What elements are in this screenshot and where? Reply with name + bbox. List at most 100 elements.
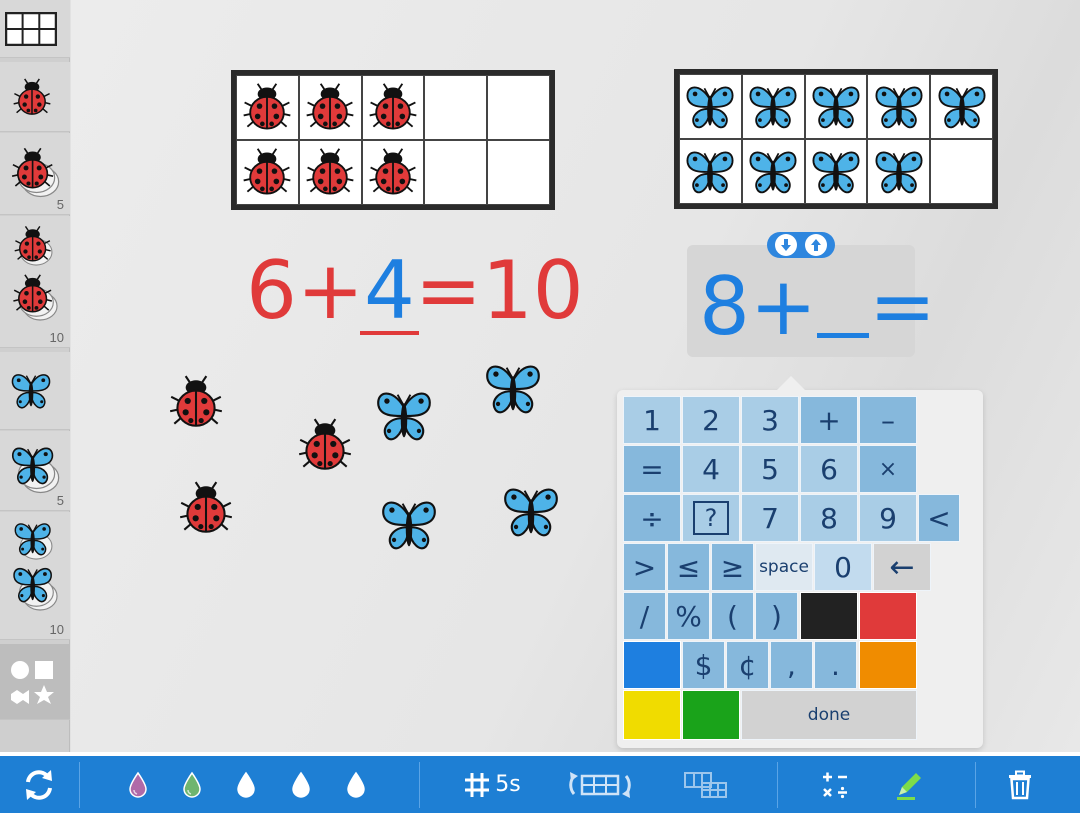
key-plus[interactable]: + bbox=[800, 396, 858, 444]
paint-drop-button[interactable] bbox=[226, 756, 266, 813]
butterfly-counter[interactable] bbox=[934, 79, 990, 135]
ladybug-counter[interactable] bbox=[365, 80, 421, 136]
key-times[interactable]: × bbox=[859, 445, 917, 493]
color-swatch-green[interactable] bbox=[682, 690, 740, 740]
ten-frame-cell[interactable] bbox=[867, 139, 931, 204]
key-7[interactable]: 7 bbox=[741, 494, 799, 542]
butterfly-counter[interactable] bbox=[808, 144, 864, 200]
ten-frame-cell[interactable] bbox=[361, 75, 425, 140]
butterfly-counter[interactable] bbox=[377, 493, 441, 557]
ten-frame-ladybugs[interactable] bbox=[231, 70, 555, 210]
butterfly-counter[interactable] bbox=[871, 79, 927, 135]
butterfly-counter[interactable] bbox=[499, 480, 563, 544]
ten-frame-cell[interactable] bbox=[487, 140, 550, 205]
ten-frame-cell[interactable] bbox=[804, 139, 868, 204]
ten-frame-cell[interactable] bbox=[930, 139, 993, 204]
key-close-paren[interactable]: ) bbox=[755, 592, 798, 640]
move-up-button[interactable] bbox=[805, 234, 827, 256]
ladybug-counter[interactable] bbox=[239, 80, 295, 136]
ladybug-counter[interactable] bbox=[239, 145, 295, 201]
ten-frame-cell[interactable] bbox=[741, 74, 805, 139]
pen-tool-button[interactable] bbox=[880, 756, 938, 813]
rotate-frame-button[interactable] bbox=[560, 756, 640, 813]
paint-drop-button[interactable] bbox=[118, 756, 158, 813]
done-button[interactable]: done bbox=[741, 690, 917, 740]
key-6[interactable]: 6 bbox=[800, 445, 858, 493]
ladybug-counter[interactable] bbox=[165, 372, 227, 434]
ten-frame-cell[interactable] bbox=[487, 75, 550, 140]
sidebar-item-ladybug-1[interactable] bbox=[0, 62, 70, 132]
trash-button[interactable] bbox=[990, 756, 1050, 813]
sidebar-item-ladybug-10[interactable]: 10 bbox=[0, 216, 70, 348]
ladybug-counter[interactable] bbox=[302, 145, 358, 201]
key-2[interactable]: 2 bbox=[682, 396, 740, 444]
ladybug-counter[interactable] bbox=[365, 145, 421, 201]
butterfly-counter[interactable] bbox=[808, 79, 864, 135]
ten-frame-cell[interactable] bbox=[679, 139, 742, 204]
equation-right[interactable]: 8+ = bbox=[699, 260, 936, 353]
butterfly-counter[interactable] bbox=[372, 384, 436, 448]
equation-tool-button[interactable] bbox=[806, 756, 864, 813]
butterfly-counter[interactable] bbox=[682, 144, 738, 200]
key-unknown[interactable]: ? bbox=[682, 494, 740, 542]
key-minus[interactable]: – bbox=[859, 396, 917, 444]
ladybug-counter[interactable] bbox=[175, 478, 237, 540]
equation-move-handle[interactable] bbox=[767, 232, 835, 258]
sidebar-item-butterfly-5[interactable]: 5 bbox=[0, 431, 70, 511]
ladybug-counter[interactable] bbox=[302, 80, 358, 136]
key-divide[interactable]: ÷ bbox=[623, 494, 681, 542]
butterfly-counter[interactable] bbox=[871, 144, 927, 200]
key-equals[interactable]: = bbox=[623, 445, 681, 493]
ten-frame-cell[interactable] bbox=[804, 74, 868, 139]
key-8[interactable]: 8 bbox=[800, 494, 858, 542]
ten-frame-cell[interactable] bbox=[361, 140, 425, 205]
split-frame-button[interactable] bbox=[676, 756, 736, 813]
reset-button[interactable] bbox=[0, 756, 78, 813]
key-cent[interactable]: ¢ bbox=[726, 641, 769, 689]
key-space[interactable]: space bbox=[755, 543, 813, 591]
key-less-equal[interactable]: ≤ bbox=[667, 543, 710, 591]
ten-frame-butterflies[interactable] bbox=[674, 69, 998, 209]
color-swatch-black[interactable] bbox=[800, 592, 858, 640]
paint-drop-button[interactable] bbox=[336, 756, 376, 813]
ten-frame-cell[interactable] bbox=[679, 74, 742, 139]
key-0[interactable]: 0 bbox=[814, 543, 872, 591]
key-percent[interactable]: % bbox=[667, 592, 710, 640]
grid-size-button[interactable]: 5s bbox=[452, 756, 532, 813]
butterfly-counter[interactable] bbox=[745, 144, 801, 200]
key-9[interactable]: 9 bbox=[859, 494, 917, 542]
sidebar-item-butterfly-10[interactable]: 10 bbox=[0, 512, 70, 640]
ten-frame-cell[interactable] bbox=[236, 75, 299, 140]
butterfly-counter[interactable] bbox=[682, 79, 738, 135]
workspace-canvas[interactable]: 6+4=10 8+ = 1 2 3 + – = 4 5 6 × ÷ ? 7 8 9… bbox=[71, 0, 1080, 752]
key-greater-equal[interactable]: ≥ bbox=[711, 543, 754, 591]
sidebar-item-ten-frame[interactable] bbox=[0, 0, 70, 58]
ten-frame-cell[interactable] bbox=[424, 75, 488, 140]
key-slash[interactable]: / bbox=[623, 592, 666, 640]
ladybug-counter[interactable] bbox=[294, 415, 356, 477]
butterfly-counter[interactable] bbox=[481, 357, 545, 421]
key-3[interactable]: 3 bbox=[741, 396, 799, 444]
paint-drop-button[interactable] bbox=[281, 756, 321, 813]
ten-frame-cell[interactable] bbox=[298, 75, 362, 140]
color-swatch-blue[interactable] bbox=[623, 641, 681, 689]
key-less-than[interactable]: < bbox=[918, 494, 960, 542]
key-backspace[interactable]: ← bbox=[873, 543, 931, 591]
ten-frame-cell[interactable] bbox=[298, 140, 362, 205]
sidebar-item-shapes[interactable] bbox=[0, 644, 70, 720]
ten-frame-cell[interactable] bbox=[741, 139, 805, 204]
ten-frame-cell[interactable] bbox=[236, 140, 299, 205]
sidebar-item-ladybug-5[interactable]: 5 bbox=[0, 133, 70, 215]
key-comma[interactable]: , bbox=[770, 641, 813, 689]
key-open-paren[interactable]: ( bbox=[711, 592, 754, 640]
eq-right-blank[interactable] bbox=[816, 268, 869, 338]
key-4[interactable]: 4 bbox=[682, 445, 740, 493]
ten-frame-cell[interactable] bbox=[930, 74, 993, 139]
ten-frame-cell[interactable] bbox=[424, 140, 488, 205]
butterfly-counter[interactable] bbox=[745, 79, 801, 135]
color-swatch-yellow[interactable] bbox=[623, 690, 681, 740]
key-dollar[interactable]: $ bbox=[682, 641, 725, 689]
equation-left[interactable]: 6+4=10 bbox=[246, 244, 584, 337]
key-1[interactable]: 1 bbox=[623, 396, 681, 444]
sidebar-item-butterfly-1[interactable] bbox=[0, 352, 70, 430]
